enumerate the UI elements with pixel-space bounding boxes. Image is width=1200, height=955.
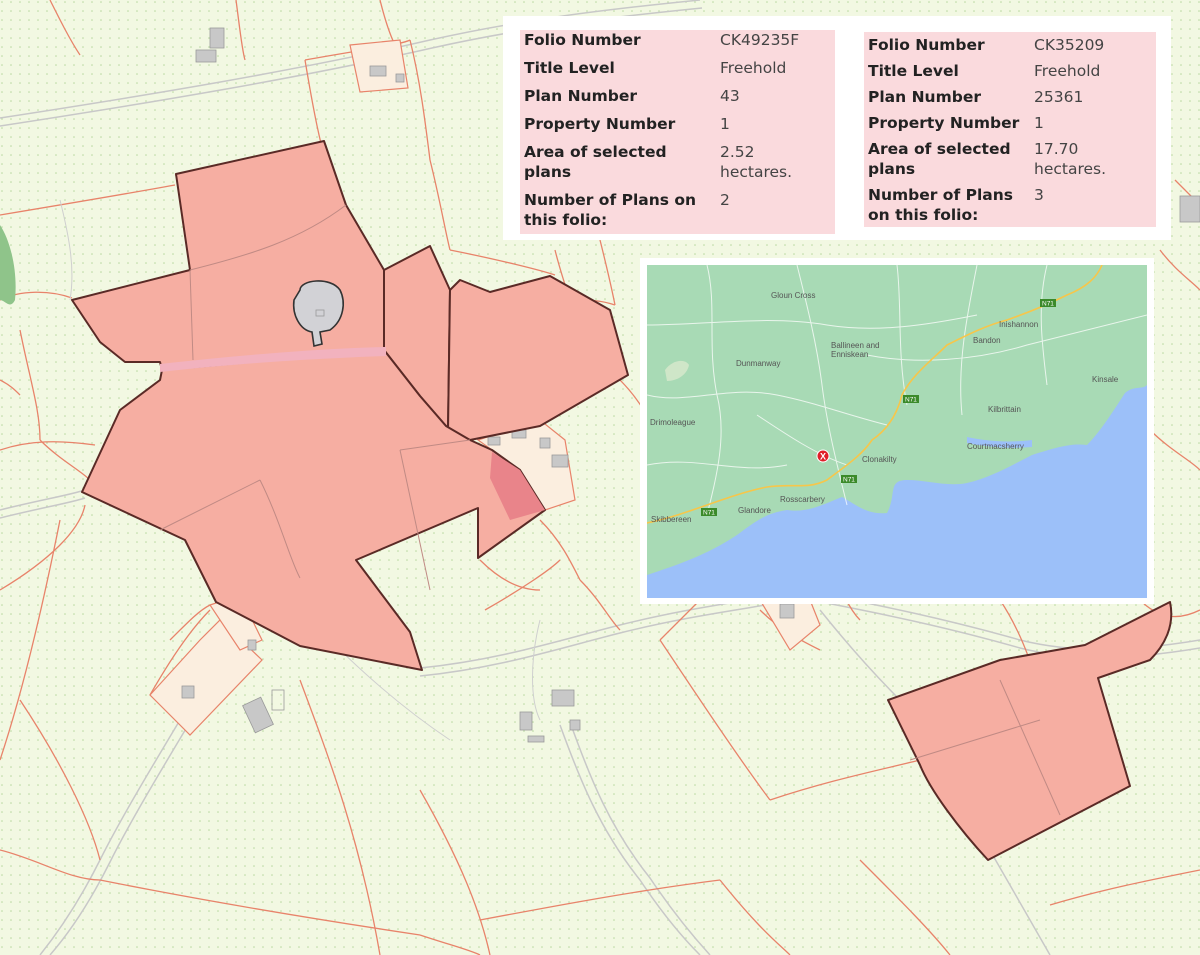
place-label: Gloun Cross — [771, 291, 815, 300]
folio-number-value: CK49235F — [720, 31, 800, 49]
road-shield-label: N71 — [703, 510, 715, 517]
folio-number-value: CK35209 — [1034, 36, 1105, 54]
plan-number-label: Plan Number — [868, 88, 981, 106]
table-row: Area of selected plans 17.70 hectares. — [864, 133, 1156, 179]
property-number-label: Property Number — [868, 114, 1020, 132]
inset-locator-map[interactable]: N71 N71 N71 N71 Gloun Cross Ballineen an… — [647, 265, 1147, 598]
plan-count-label: Number of Plans on this folio: — [524, 191, 697, 229]
place-label: Inishannon — [999, 320, 1038, 329]
place-label: Dunmanway — [736, 359, 780, 368]
location-marker-label: X — [820, 452, 826, 462]
area-value: 2.52 hectares. — [720, 143, 793, 181]
road-shield-label: N71 — [843, 477, 855, 484]
title-level-label: Title Level — [868, 62, 959, 80]
place-label: Drimoleague — [650, 418, 696, 427]
table-row: Property Number 1 — [520, 106, 835, 134]
road-shield-label: N71 — [905, 397, 917, 404]
title-level-label: Title Level — [524, 59, 615, 77]
plan-count-label: Number of Plans on this folio: — [868, 186, 1013, 224]
table-row: Area of selected plans 2.52 hectares. — [520, 134, 835, 182]
table-row: Plan Number 43 — [520, 78, 835, 106]
table-row: Property Number 1 — [864, 107, 1156, 133]
place-label: Kinsale — [1092, 375, 1119, 384]
location-marker-icon[interactable]: X — [816, 449, 830, 463]
property-number-label: Property Number — [524, 115, 676, 133]
place-label: Rosscarbery — [780, 495, 825, 504]
plan-count-value: 2 — [720, 191, 730, 209]
place-label: Kilbrittain — [988, 405, 1021, 414]
table-row: Number of Plans on this folio: 2 — [520, 182, 835, 234]
folio-number-label: Folio Number — [524, 31, 641, 49]
table-row: Plan Number 25361 — [864, 81, 1156, 107]
plan-number-label: Plan Number — [524, 87, 637, 105]
place-label: Clonakilty — [862, 455, 897, 464]
table-row: Folio Number CK35209 — [864, 32, 1156, 55]
place-label: Skibbereen — [651, 515, 691, 524]
area-label: Area of selected plans — [524, 143, 667, 181]
table-row: Title Level Freehold — [864, 55, 1156, 81]
table-row: Title Level Freehold — [520, 50, 835, 78]
area-label: Area of selected plans — [868, 140, 1011, 178]
property-number-value: 1 — [1034, 114, 1044, 132]
road-shield-label: N71 — [1042, 301, 1054, 308]
title-level-value: Freehold — [1034, 62, 1101, 80]
folio-table-1: Folio Number CK49235F Title Level Freehold… — [520, 30, 835, 234]
property-number-value: 1 — [720, 115, 730, 133]
place-label: Bandon — [973, 336, 1001, 345]
plan-count-value: 3 — [1034, 186, 1044, 204]
place-label: Glandore — [738, 506, 771, 515]
plan-number-value: 43 — [720, 87, 740, 105]
folio-table-2: Folio Number CK35209 Title Level Freehold … — [864, 32, 1156, 227]
area-value: 17.70 hectares. — [1034, 140, 1107, 178]
plan-number-value: 25361 — [1034, 88, 1084, 106]
table-row: Folio Number CK49235F — [520, 30, 835, 50]
table-row: Number of Plans on this folio: 3 — [864, 179, 1156, 227]
folio-number-label: Folio Number — [868, 36, 985, 54]
place-label: Courtmacsherry — [967, 442, 1024, 451]
title-level-value: Freehold — [720, 59, 787, 77]
